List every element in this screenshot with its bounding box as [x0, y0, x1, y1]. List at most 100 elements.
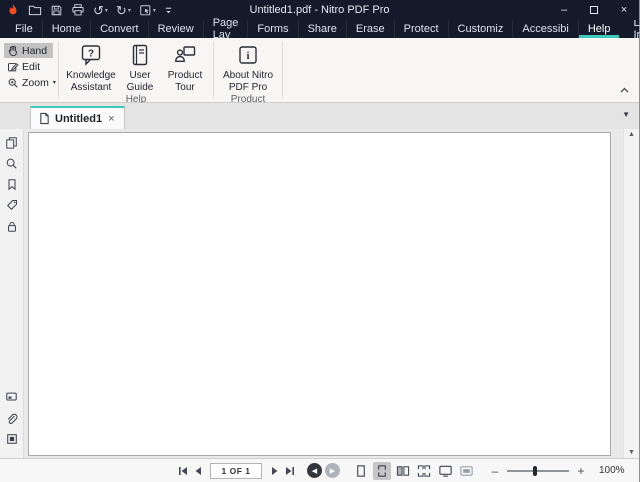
print-icon[interactable] [68, 1, 88, 19]
ribbon-tab-bar: File Home Convert Review Page Lay Forms … [0, 20, 639, 38]
security-panel-button[interactable] [4, 218, 20, 234]
comments-panel-button[interactable] [4, 389, 20, 405]
layers-panel-button[interactable] [4, 431, 20, 447]
question-bubble-icon: ? [79, 43, 103, 67]
zoom-slider-handle[interactable] [533, 466, 537, 476]
tab-share[interactable]: Share [298, 20, 346, 38]
continuous-facing-view-button[interactable] [415, 462, 433, 480]
single-page-view-button[interactable] [352, 462, 370, 480]
full-screen-button[interactable] [436, 462, 454, 480]
presentation-mode-button[interactable] [457, 462, 475, 480]
redo-button[interactable]: ↻ ▾ [113, 1, 134, 19]
pages-icon [5, 136, 18, 149]
info-square-icon: i [236, 43, 260, 67]
tab-forms[interactable]: Forms [247, 20, 297, 38]
continuous-view-button[interactable] [373, 462, 391, 480]
customize-quick-access-button[interactable] [161, 1, 176, 19]
tab-customize[interactable]: Customiz [448, 20, 513, 38]
zoom-slider[interactable] [507, 470, 569, 472]
customize-quick-access-icon [164, 6, 173, 15]
facing-view-button[interactable] [394, 462, 412, 480]
quick-access-toolbar: ↺ ▾ ↻ ▾ ▾ [0, 1, 176, 19]
tab-home[interactable]: Home [42, 20, 90, 38]
scroll-up-icon[interactable]: ▲ [628, 131, 635, 138]
tab-protect[interactable]: Protect [394, 20, 448, 38]
layers-icon [6, 433, 18, 445]
zoom-dropdown-caret[interactable]: ▾ [53, 79, 56, 86]
product-tour-button[interactable]: Product Tour [163, 41, 207, 93]
ribbon-divider [282, 42, 283, 98]
window-controls: – × [549, 0, 639, 20]
product-tour-label: Product Tour [163, 70, 207, 93]
bookmarks-panel-button[interactable] [4, 176, 20, 192]
close-button[interactable]: × [609, 0, 639, 20]
tab-review[interactable]: Review [148, 20, 203, 38]
last-page-button[interactable] [282, 463, 297, 479]
user-guide-button[interactable]: User Guide [121, 41, 159, 93]
previous-view-button[interactable]: ◀ [307, 463, 322, 478]
zoom-tool-label: Zoom [22, 77, 49, 89]
attachments-panel-button[interactable] [4, 410, 20, 426]
snapshot-tool-button[interactable]: ▾ [136, 1, 159, 19]
maximize-icon [590, 6, 598, 14]
tab-convert[interactable]: Convert [90, 20, 148, 38]
minimize-icon: – [561, 4, 567, 16]
document-canvas[interactable] [24, 129, 623, 458]
close-icon: × [621, 4, 627, 16]
tab-help[interactable]: Help [578, 20, 620, 38]
svg-text:?: ? [88, 49, 94, 60]
document-tab-bar: Untitled1 × ▼ [0, 103, 639, 129]
tab-page-layout[interactable]: Page Lay [203, 20, 248, 38]
tag-icon [6, 199, 18, 211]
tab-file[interactable]: File [6, 20, 42, 38]
tab-erase[interactable]: Erase [346, 20, 394, 38]
left-panel-strip [0, 129, 24, 458]
minimize-button[interactable]: – [549, 0, 579, 20]
zoom-out-button[interactable]: – [489, 464, 501, 478]
zoom-in-button[interactable]: + [575, 464, 587, 478]
search-panel-button[interactable] [4, 155, 20, 171]
vertical-scrollbar[interactable]: ▲ ▼ [623, 129, 639, 458]
zoom-tool-button[interactable]: Zoom ▾ [4, 75, 53, 90]
edit-tool-button[interactable]: Edit [4, 59, 53, 74]
pages-panel-button[interactable] [4, 134, 20, 150]
collapse-ribbon-button[interactable] [620, 80, 629, 98]
undo-dropdown-caret[interactable]: ▾ [105, 7, 108, 14]
svg-text:i: i [246, 50, 249, 62]
scroll-down-icon[interactable]: ▼ [628, 449, 635, 456]
close-tab-icon[interactable]: × [107, 113, 115, 125]
undo-button[interactable]: ↺ ▾ [90, 1, 111, 19]
title-bar: ↺ ▾ ↻ ▾ ▾ Untitled1.pdf - Nitro PDF Pro … [0, 0, 639, 20]
next-view-button[interactable]: ▶ [325, 463, 340, 478]
document-tab-label: Untitled1 [55, 113, 102, 125]
snapshot-tool-icon [139, 4, 152, 17]
maximize-button[interactable] [579, 0, 609, 20]
pdf-page[interactable] [28, 132, 611, 456]
snapshot-dropdown-caret[interactable]: ▾ [153, 7, 156, 14]
hand-tool-button[interactable]: Hand [4, 43, 53, 58]
previous-page-button[interactable] [190, 463, 205, 479]
single-page-view-icon [354, 464, 368, 478]
main-area: ▲ ▼ [0, 129, 639, 458]
ribbon-help-panel: Hand Edit Zoom ▾ ? Knowledge Assistant U… [0, 38, 639, 103]
open-folder-icon[interactable] [25, 1, 45, 19]
first-page-button[interactable] [175, 463, 190, 479]
page-indicator-input[interactable] [210, 463, 262, 479]
zoom-icon [7, 77, 19, 89]
redo-dropdown-caret[interactable]: ▾ [128, 7, 131, 14]
log-in-button[interactable]: Log In [619, 20, 640, 38]
document-tab-untitled1[interactable]: Untitled1 × [30, 106, 125, 129]
about-nitro-button[interactable]: i About Nitro PDF Pro [220, 41, 276, 93]
tab-accessibility[interactable]: Accessibi [512, 20, 577, 38]
facing-view-icon [396, 464, 410, 478]
next-view-icon: ▶ [330, 467, 335, 475]
next-page-button[interactable] [267, 463, 282, 479]
tags-panel-button[interactable] [4, 197, 20, 213]
knowledge-assistant-button[interactable]: ? Knowledge Assistant [65, 41, 117, 93]
previous-page-icon [192, 465, 204, 477]
search-icon [5, 157, 18, 170]
save-icon[interactable] [47, 1, 66, 19]
last-page-icon [284, 465, 296, 477]
tab-list-dropdown[interactable]: ▼ [622, 110, 630, 119]
presentation-mode-icon [459, 464, 474, 478]
